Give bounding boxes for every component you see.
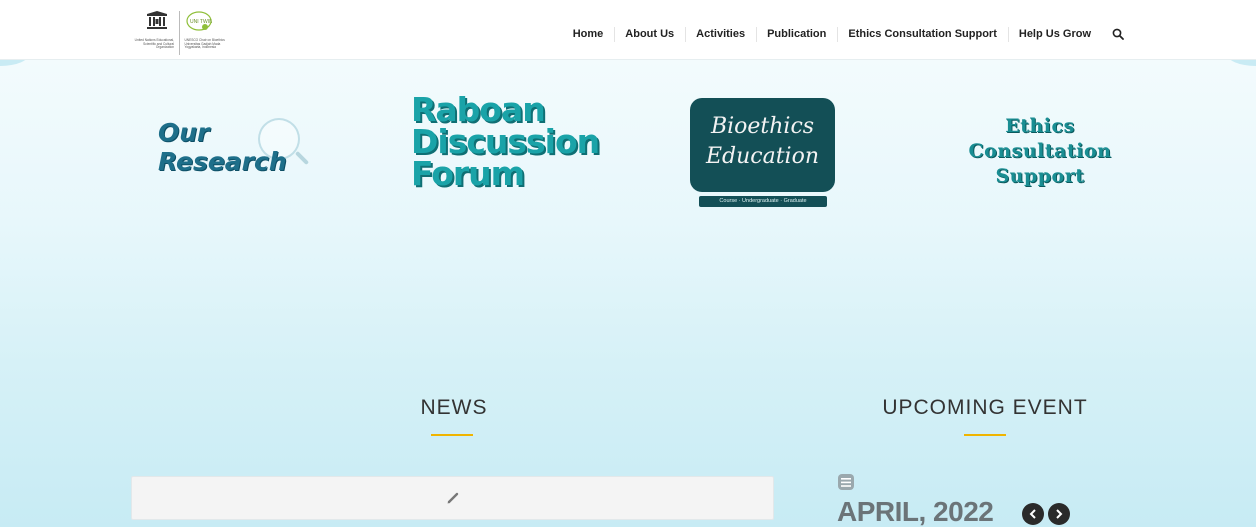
chair-logo: UNI TWIN UNESCO Chair on Bioethics Unive… bbox=[182, 9, 228, 57]
chair-badge-icon: UNI TWIN bbox=[186, 11, 212, 31]
nav-about-us[interactable]: About Us bbox=[614, 24, 685, 44]
nav-ethics-consultation-support[interactable]: Ethics Consultation Support bbox=[837, 24, 1008, 44]
bioethics-line-1: Bioethics bbox=[710, 114, 815, 139]
search-button[interactable] bbox=[1102, 24, 1130, 44]
main-nav: Home About Us Activities Publication Eth… bbox=[562, 24, 1130, 44]
bioethics-subtitle: Course · Undergraduate · Graduate bbox=[699, 196, 827, 207]
ethics-consultation-support-link[interactable]: Ethics Consultation Support bbox=[935, 114, 1145, 194]
bioethics-label: Bioethics Education bbox=[690, 112, 835, 172]
chair-logo-text: UNESCO Chair on Bioethics Universitas Ga… bbox=[184, 38, 225, 50]
news-heading-rule bbox=[431, 434, 473, 436]
nav-help-us-grow[interactable]: Help Us Grow bbox=[1007, 24, 1102, 44]
decorative-curve bbox=[0, 60, 30, 66]
nav-publication[interactable]: Publication bbox=[756, 24, 837, 44]
our-research-label: Our Research bbox=[158, 118, 338, 176]
search-icon bbox=[1112, 28, 1124, 40]
unesco-logo: United Nations Educational, Scientific a… bbox=[130, 9, 176, 57]
news-placeholder-box[interactable] bbox=[131, 476, 774, 520]
event-heading-rule bbox=[964, 434, 1006, 436]
next-month-button[interactable] bbox=[1048, 503, 1070, 525]
decorative-curve bbox=[1226, 60, 1256, 66]
logo-divider bbox=[178, 11, 180, 55]
svg-text:UNI TWIN: UNI TWIN bbox=[190, 19, 212, 25]
raboan-line-3: Forum bbox=[411, 154, 525, 193]
upcoming-event-heading: UPCOMING EVENT bbox=[882, 396, 1088, 419]
our-research-line-2: Research bbox=[158, 147, 287, 176]
unesco-temple-icon bbox=[147, 11, 167, 29]
site-logo[interactable]: United Nations Educational, Scientific a… bbox=[130, 9, 228, 57]
event-month-label: APRIL, 2022 bbox=[837, 496, 994, 527]
prev-month-button[interactable] bbox=[1022, 503, 1044, 525]
ethics-line-3: Support bbox=[995, 165, 1085, 187]
site-header: United Nations Educational, Scientific a… bbox=[0, 0, 1256, 60]
news-heading: NEWS bbox=[420, 396, 488, 419]
unesco-logo-text: United Nations Educational, Scientific a… bbox=[134, 38, 174, 50]
chevron-left-icon bbox=[1029, 509, 1036, 519]
ethics-line-2: Consultation bbox=[968, 140, 1112, 162]
nav-activities[interactable]: Activities bbox=[685, 24, 756, 44]
our-research-link[interactable]: Our Research bbox=[158, 118, 338, 198]
bioethics-line-2: Education bbox=[705, 144, 820, 169]
pencil-icon bbox=[447, 492, 459, 504]
nav-home[interactable]: Home bbox=[562, 24, 615, 44]
raboan-discussion-forum-link[interactable]: Raboan Discussion Forum bbox=[411, 93, 601, 204]
our-research-line-1: Our bbox=[158, 118, 210, 147]
ethics-line-1: Ethics bbox=[1005, 115, 1075, 137]
raboan-label: Raboan Discussion Forum bbox=[411, 93, 601, 193]
chevron-right-icon bbox=[1056, 509, 1063, 519]
calendar-list-icon bbox=[838, 474, 854, 490]
bioethics-education-link[interactable]: Bioethics Education bbox=[690, 98, 835, 192]
ethics-label: Ethics Consultation Support bbox=[935, 114, 1145, 189]
